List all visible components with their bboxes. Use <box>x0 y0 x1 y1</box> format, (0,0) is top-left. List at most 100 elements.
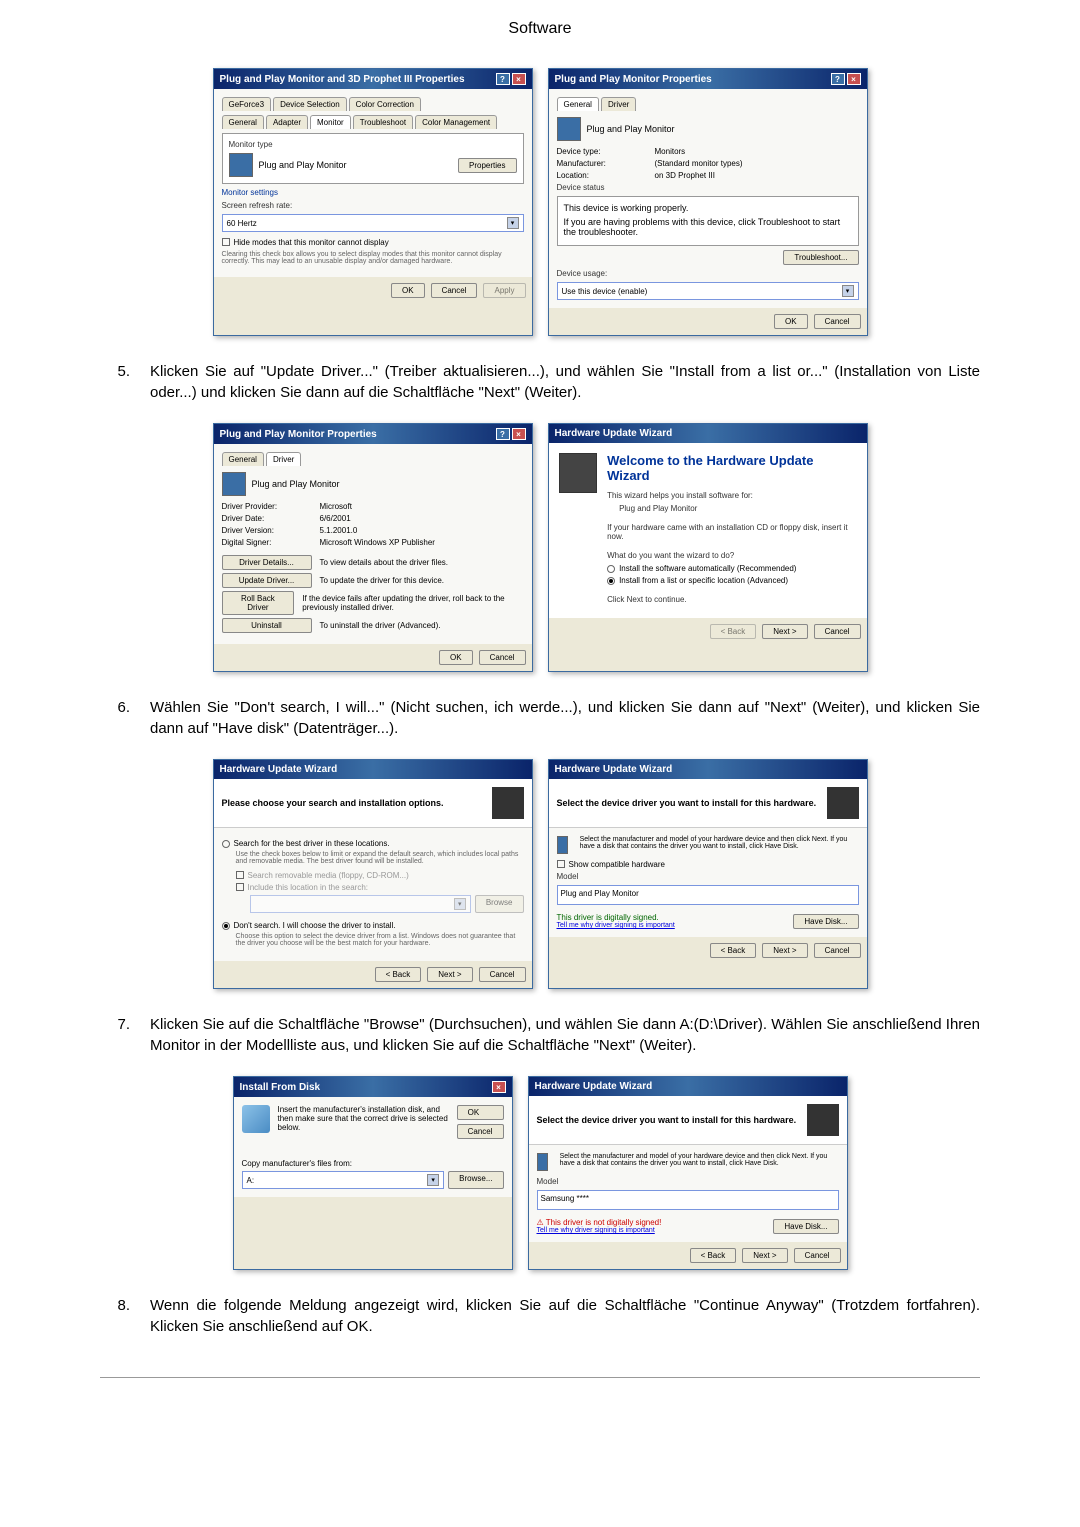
help-icon[interactable]: ? <box>496 428 510 440</box>
cancel-button[interactable]: Cancel <box>457 1124 504 1139</box>
close-icon[interactable]: × <box>512 73 526 85</box>
wizard-continue: Click Next to continue. <box>607 595 856 604</box>
search-best-label: Search for the best driver in these loca… <box>234 839 390 848</box>
screenshot-row-2: Plug and Play Monitor Properties ? × Gen… <box>100 423 980 672</box>
rollback-driver-button[interactable]: Roll Back Driver <box>222 591 295 615</box>
tab-geforce[interactable]: GeForce3 <box>222 97 272 111</box>
help-icon[interactable]: ? <box>496 73 510 85</box>
ok-button[interactable]: OK <box>774 314 808 329</box>
tab-adapter[interactable]: Adapter <box>266 115 308 129</box>
ok-button[interactable]: OK <box>439 650 473 665</box>
page-title: Software <box>100 20 980 38</box>
install-list-radio[interactable] <box>607 577 615 585</box>
model-item[interactable]: Plug and Play Monitor <box>561 889 639 898</box>
search-best-radio[interactable] <box>222 840 230 848</box>
monitor-properties-general-dialog: Plug and Play Monitor Properties ? × Gen… <box>548 68 868 336</box>
uninstall-button[interactable]: Uninstall <box>222 618 312 633</box>
tab-monitor[interactable]: Monitor <box>310 115 351 129</box>
properties-button[interactable]: Properties <box>458 158 516 173</box>
browse-button[interactable]: Browse... <box>448 1171 503 1189</box>
cancel-button[interactable]: Cancel <box>794 1248 841 1263</box>
close-icon[interactable]: × <box>492 1081 506 1093</box>
tab-color-correction[interactable]: Color Correction <box>349 97 421 111</box>
location-dropdown[interactable]: ▾ <box>250 895 471 913</box>
back-button[interactable]: < Back <box>375 967 422 982</box>
device-name: Plug and Play Monitor <box>587 124 675 134</box>
device-status-text: This device is working properly. <box>564 203 852 213</box>
model-item[interactable]: Samsung **** <box>541 1194 589 1203</box>
manufacturer-label: Manufacturer: <box>557 159 647 168</box>
apply-button[interactable]: Apply <box>483 283 525 298</box>
next-button[interactable]: Next > <box>742 1248 787 1263</box>
disk-icon <box>242 1105 270 1133</box>
install-from-disk-dialog: Install From Disk × Insert the manufactu… <box>233 1076 513 1270</box>
wizard-select-driver-samsung: Hardware Update Wizard Select the device… <box>528 1076 848 1270</box>
date-value: 6/6/2001 <box>320 514 351 523</box>
compat-checkbox[interactable] <box>557 860 565 868</box>
step-number: 6. <box>100 697 130 739</box>
refresh-rate-dropdown[interactable]: 60 Hertz ▾ <box>222 214 524 232</box>
tab-general[interactable]: General <box>222 115 264 129</box>
chevron-down-icon[interactable]: ▾ <box>427 1174 439 1186</box>
dialog-title: Plug and Play Monitor Properties <box>555 74 712 85</box>
wizard-icon <box>807 1104 839 1136</box>
next-button[interactable]: Next > <box>427 967 472 982</box>
back-button[interactable]: < Back <box>690 1248 737 1263</box>
hide-modes-checkbox[interactable] <box>222 238 230 246</box>
close-icon[interactable]: × <box>512 428 526 440</box>
ok-button[interactable]: OK <box>457 1105 504 1120</box>
device-type-label: Device type: <box>557 147 647 156</box>
next-button[interactable]: Next > <box>762 624 807 639</box>
help-icon[interactable]: ? <box>831 73 845 85</box>
cancel-button[interactable]: Cancel <box>479 650 526 665</box>
back-button[interactable]: < Back <box>710 943 757 958</box>
device-type-value: Monitors <box>655 147 686 156</box>
cancel-button[interactable]: Cancel <box>431 283 478 298</box>
wizard-header-text: Select the device driver you want to ins… <box>537 1115 797 1125</box>
update-desc: To update the driver for this device. <box>320 576 445 585</box>
step-8: 8. Wenn die folgende Meldung angezeigt w… <box>100 1295 980 1337</box>
have-disk-button[interactable]: Have Disk... <box>773 1219 838 1234</box>
have-disk-button[interactable]: Have Disk... <box>793 914 858 929</box>
tab-device-selection[interactable]: Device Selection <box>273 97 347 111</box>
tell-why-link[interactable]: Tell me why driver signing is important <box>557 922 675 929</box>
tab-general[interactable]: General <box>557 97 599 111</box>
copy-from-dropdown[interactable]: A: ▾ <box>242 1171 445 1189</box>
wizard-desc3: If your hardware came with an installati… <box>607 523 856 541</box>
update-driver-button[interactable]: Update Driver... <box>222 573 312 588</box>
dont-search-radio[interactable] <box>222 922 230 930</box>
device-usage-value: Use this device (enable) <box>562 287 648 296</box>
back-button[interactable]: < Back <box>710 624 757 639</box>
close-icon[interactable]: × <box>847 73 861 85</box>
tab-color-mgmt[interactable]: Color Management <box>415 115 497 129</box>
wizard-icon <box>492 787 524 819</box>
chevron-down-icon[interactable]: ▾ <box>842 285 854 297</box>
cancel-button[interactable]: Cancel <box>814 314 861 329</box>
troubleshoot-button[interactable]: Troubleshoot... <box>783 250 858 265</box>
monitor-icon <box>557 117 581 141</box>
search-removable-checkbox[interactable] <box>236 871 244 879</box>
driver-details-button[interactable]: Driver Details... <box>222 555 312 570</box>
tab-troubleshoot[interactable]: Troubleshoot <box>353 115 413 129</box>
cancel-button[interactable]: Cancel <box>814 943 861 958</box>
ok-button[interactable]: OK <box>391 283 425 298</box>
device-usage-dropdown[interactable]: Use this device (enable) ▾ <box>557 282 859 300</box>
install-auto-radio[interactable] <box>607 565 615 573</box>
tell-why-link[interactable]: Tell me why driver signing is important <box>537 1227 662 1234</box>
screenshot-row-4: Install From Disk × Insert the manufactu… <box>100 1076 980 1270</box>
include-location-checkbox[interactable] <box>236 883 244 891</box>
model-list[interactable]: Plug and Play Monitor <box>557 885 859 905</box>
browse-button[interactable]: Browse <box>475 895 524 913</box>
next-button[interactable]: Next > <box>762 943 807 958</box>
tab-general[interactable]: General <box>222 452 264 466</box>
chevron-down-icon[interactable]: ▾ <box>507 217 519 229</box>
cancel-button[interactable]: Cancel <box>479 967 526 982</box>
monitor-icon <box>557 836 568 854</box>
tab-driver[interactable]: Driver <box>601 97 636 111</box>
cancel-button[interactable]: Cancel <box>814 624 861 639</box>
version-label: Driver Version: <box>222 526 312 535</box>
dialog-title: Hardware Update Wizard <box>220 764 338 775</box>
dialog-title: Plug and Play Monitor Properties <box>220 429 377 440</box>
model-list[interactable]: Samsung **** <box>537 1190 839 1210</box>
tab-driver[interactable]: Driver <box>266 452 301 466</box>
